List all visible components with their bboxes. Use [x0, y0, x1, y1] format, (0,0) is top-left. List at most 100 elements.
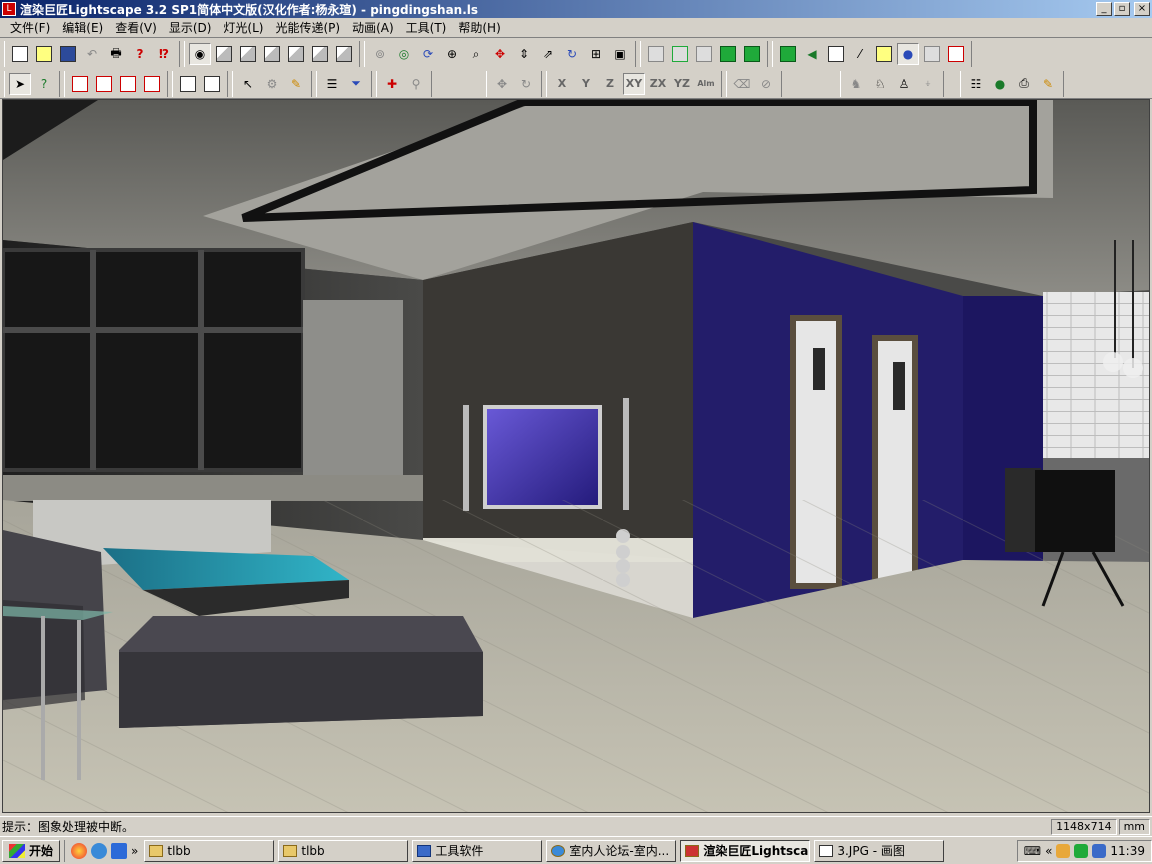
menu-edit[interactable]: 编辑(E)	[56, 19, 109, 36]
layers-2-button[interactable]: ●	[989, 73, 1011, 95]
render-2-button[interactable]: ◀	[801, 43, 823, 65]
zoom-window-button[interactable]: ⊞	[585, 43, 607, 65]
zoom-all-button[interactable]: ⊚	[369, 43, 391, 65]
select-button[interactable]: ➤	[9, 72, 31, 95]
task-paint[interactable]: 3.JPG - 画图	[814, 839, 945, 862]
walk-4-button[interactable]: ⍖	[917, 73, 939, 95]
undo-button[interactable]: ↶	[81, 43, 103, 65]
help-button[interactable]: ?	[129, 43, 151, 65]
internet-explorer-icon[interactable]	[91, 842, 108, 859]
keyboard-icon[interactable]: ⌨	[1024, 844, 1041, 858]
render-8-button[interactable]	[945, 43, 967, 65]
rotate-button[interactable]: ↻	[561, 43, 583, 65]
mode-wire-4-button[interactable]	[285, 43, 307, 65]
mode-wire-6-button[interactable]	[333, 43, 355, 65]
page-2-button[interactable]	[201, 73, 223, 95]
view-eye-button[interactable]: ◎	[393, 43, 415, 65]
context-help-button[interactable]: ⁉	[153, 43, 175, 65]
move-object-button[interactable]: ✥	[491, 73, 513, 95]
minimize-button[interactable]: _	[1096, 2, 1112, 16]
clock[interactable]: 11:39	[1110, 844, 1145, 858]
layer-5-button[interactable]	[741, 43, 763, 65]
select-1-button[interactable]	[69, 73, 91, 95]
transform-1-button[interactable]: ✚	[381, 73, 403, 95]
zoom-in-button[interactable]: ⊕	[441, 43, 463, 65]
print-button[interactable]: 🖶	[105, 43, 127, 65]
task-tlbb-1[interactable]: tlbb	[144, 839, 275, 862]
mode-render-button[interactable]: ◉	[189, 43, 211, 65]
menu-radiosity[interactable]: 光能传递(P)	[269, 19, 346, 36]
menu-light[interactable]: 灯光(L)	[217, 19, 269, 36]
menu-help[interactable]: 帮助(H)	[452, 19, 506, 36]
title-bar[interactable]: L 渲染巨匠Lightscape 3.2 SP1简体中文版(汉化作者:杨永瑄) …	[0, 0, 1152, 18]
mode-wire-2-button[interactable]	[237, 43, 259, 65]
walk-2-button[interactable]: ♘	[869, 73, 891, 95]
layer-1-button[interactable]	[645, 43, 667, 65]
tray-volume-icon[interactable]	[1092, 843, 1107, 858]
rotate-object-button[interactable]: ↻	[515, 73, 537, 95]
task-lightscape[interactable]: 渲染巨匠Lightscap...	[680, 839, 811, 862]
close-button[interactable]: ×	[1134, 2, 1150, 16]
axis-x-button[interactable]: X	[551, 73, 573, 95]
tag-2-button[interactable]: ⊘	[755, 73, 777, 95]
open-file-button[interactable]	[33, 43, 55, 65]
mode-wire-3-button[interactable]	[261, 43, 283, 65]
filter-1-button[interactable]: ☰	[321, 73, 343, 95]
render-3-button[interactable]	[825, 43, 847, 65]
layer-2-button[interactable]	[669, 43, 691, 65]
render-6-button[interactable]: ●	[897, 43, 919, 65]
tray-network-icon[interactable]	[1074, 843, 1089, 858]
transform-2-button[interactable]: ⚲	[405, 73, 427, 95]
app-icon[interactable]: L	[2, 2, 16, 16]
select-help-button[interactable]: ?	[33, 73, 55, 95]
dolly-button[interactable]: ⇕	[513, 43, 535, 65]
axis-z-button[interactable]: Z	[599, 73, 621, 95]
axis-zx-button[interactable]: ZX	[647, 73, 669, 95]
page-1-button[interactable]	[177, 73, 199, 95]
tag-1-button[interactable]: ⌫	[731, 73, 753, 95]
layers-1-button[interactable]: ☷	[965, 73, 987, 95]
outlook-icon[interactable]	[111, 842, 128, 859]
render-5-button[interactable]	[873, 43, 895, 65]
walk-button[interactable]: ⇗	[537, 43, 559, 65]
new-file-button[interactable]	[9, 43, 31, 65]
task-tlbb-2[interactable]: tlbb	[278, 839, 409, 862]
mode-wire-1-button[interactable]	[213, 43, 235, 65]
layers-4-button[interactable]: ✎	[1037, 73, 1059, 95]
start-button[interactable]: 开始	[2, 839, 61, 862]
edit-3-button[interactable]: ✎	[285, 73, 307, 95]
axis-xy-button[interactable]: XY	[623, 72, 645, 95]
menu-display[interactable]: 显示(D)	[163, 19, 218, 36]
axis-alm-button[interactable]: Alm	[695, 73, 717, 95]
chevron-left-icon[interactable]: «	[1045, 844, 1052, 858]
render-1-button[interactable]	[777, 43, 799, 65]
task-tools[interactable]: 工具软件	[412, 839, 543, 862]
layer-4-button[interactable]	[717, 43, 739, 65]
zoom-button[interactable]: ⌕	[465, 43, 487, 65]
pan-button[interactable]: ✥	[489, 43, 511, 65]
mode-wire-5-button[interactable]	[309, 43, 331, 65]
edit-2-button[interactable]: ⚙	[261, 73, 283, 95]
menu-file[interactable]: 文件(F)	[4, 19, 56, 36]
menu-tools[interactable]: 工具(T)	[400, 19, 453, 36]
select-4-button[interactable]	[141, 73, 163, 95]
render-viewport[interactable]	[2, 99, 1150, 813]
task-forum[interactable]: 室内人论坛-室内...	[546, 839, 677, 862]
orbit-button[interactable]: ⟳	[417, 43, 439, 65]
menu-animation[interactable]: 动画(A)	[346, 19, 400, 36]
axis-y-button[interactable]: Y	[575, 73, 597, 95]
zoom-extents-button[interactable]: ▣	[609, 43, 631, 65]
axis-yz-button[interactable]: YZ	[671, 73, 693, 95]
render-4-button[interactable]: ⁄	[849, 43, 871, 65]
select-2-button[interactable]	[93, 73, 115, 95]
walk-3-button[interactable]: ♙	[893, 73, 915, 95]
layer-3-button[interactable]	[693, 43, 715, 65]
media-player-icon[interactable]	[71, 842, 88, 859]
edit-1-button[interactable]: ↖	[237, 73, 259, 95]
menu-view[interactable]: 查看(V)	[109, 19, 163, 36]
save-button[interactable]	[57, 43, 79, 65]
maximize-button[interactable]: ▫	[1114, 2, 1130, 16]
layers-3-button[interactable]: ⎙	[1013, 73, 1035, 95]
tray-app-icon[interactable]	[1056, 843, 1071, 858]
select-3-button[interactable]	[117, 73, 139, 95]
